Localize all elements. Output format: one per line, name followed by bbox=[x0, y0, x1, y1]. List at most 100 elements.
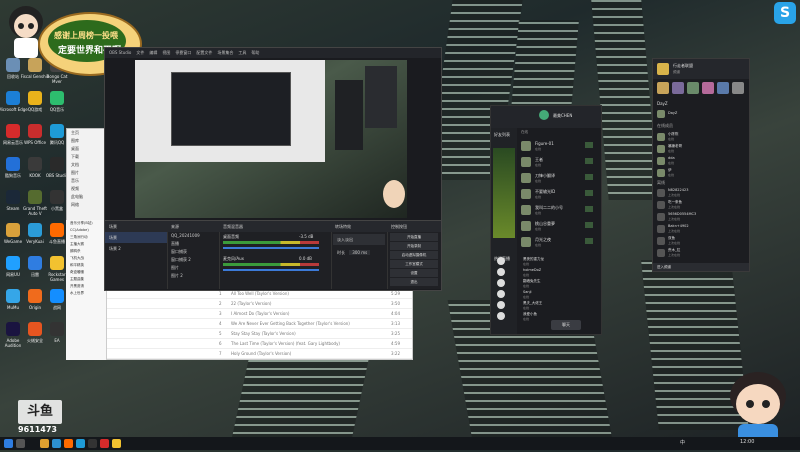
desktop-icon[interactable] bbox=[6, 322, 20, 336]
offline-member-item[interactable]: 荒木_拉 上次在线 bbox=[653, 247, 749, 259]
friend-item[interactable]: 刀锋小翻译 在线 bbox=[521, 170, 599, 186]
obs-menu-item[interactable]: 工具 bbox=[238, 50, 246, 55]
source-item[interactable]: 图片 2 bbox=[167, 272, 219, 280]
obs-control-button[interactable]: 开始录制 bbox=[390, 242, 438, 250]
desktop-icon[interactable] bbox=[6, 223, 20, 237]
desktop-icon[interactable] bbox=[50, 124, 64, 138]
friend-item[interactable]: Sanji 在线 bbox=[497, 289, 597, 300]
music-row[interactable]: 6 The Last Time (Taylor's Version) (feat.… bbox=[107, 339, 412, 349]
taskbar-app-icon[interactable] bbox=[100, 439, 109, 448]
explorer-folder-item[interactable]: 奇迹暖暖 bbox=[66, 269, 106, 276]
obs-menu-item[interactable]: 场景集合 bbox=[217, 50, 233, 55]
group-shortcut-icon[interactable] bbox=[657, 82, 669, 94]
friend-item[interactable]: 黑夫_大佬王 在线 bbox=[497, 300, 597, 311]
friend-action-icon[interactable] bbox=[585, 158, 593, 164]
desktop-icon[interactable] bbox=[50, 289, 64, 303]
tray-clock[interactable]: 12:00 bbox=[740, 439, 754, 445]
duration-input[interactable]: 300 ms bbox=[349, 250, 371, 255]
volume-slider[interactable] bbox=[223, 269, 319, 271]
taskbar-app-icon[interactable] bbox=[64, 439, 73, 448]
friend-action-icon[interactable] bbox=[585, 142, 593, 148]
friend-action-icon[interactable] bbox=[585, 190, 593, 196]
explorer-nav-item[interactable]: 图库 bbox=[67, 137, 107, 145]
friend-item[interactable]: Figure-01 在线 bbox=[521, 138, 599, 154]
obs-control-button[interactable]: 工作室模式 bbox=[390, 260, 438, 268]
obs-control-button[interactable]: 开始直播 bbox=[390, 233, 438, 241]
offline-member-item[interactable]: Bakn+4902 上次在线 bbox=[653, 223, 749, 235]
friend-action-icon[interactable] bbox=[585, 222, 593, 228]
friend-item[interactable]: 不要输光ID 在线 bbox=[521, 186, 599, 202]
taskbar-app-icon[interactable] bbox=[88, 439, 97, 448]
desktop-icon[interactable] bbox=[50, 157, 64, 171]
explorer-nav-item[interactable]: 文档 bbox=[67, 161, 107, 169]
music-row[interactable]: 4 We Are Never Ever Getting Back Together… bbox=[107, 319, 412, 329]
offline-member-item[interactable]: N82822423 上次在线 bbox=[653, 187, 749, 199]
obs-control-button[interactable]: 启动虚拟摄像机 bbox=[390, 251, 438, 259]
desktop-icon[interactable] bbox=[6, 289, 20, 303]
desktop-icon[interactable] bbox=[28, 58, 42, 72]
friend-item[interactable]: holmeDoZ 在线 bbox=[497, 267, 597, 278]
desktop-icon[interactable] bbox=[50, 322, 64, 336]
music-list-window[interactable]: 1 All Too Well (Taylor's Version) 5:29 2 22 … bbox=[106, 288, 413, 360]
chat-bottom-button[interactable]: 聊天 bbox=[551, 320, 581, 330]
explorer-folder-item[interactable]: 鹅鸭杀 bbox=[66, 248, 106, 255]
friend-action-icon[interactable] bbox=[585, 174, 593, 180]
desktop-icon[interactable] bbox=[28, 223, 42, 237]
member-item[interactable]: 小陈陈 在线 bbox=[653, 131, 749, 143]
scene-item[interactable]: 场景 2 bbox=[105, 243, 167, 254]
explorer-nav-item[interactable]: 音乐 bbox=[67, 177, 107, 185]
desktop-icon[interactable] bbox=[28, 190, 42, 204]
explorer-nav-item[interactable]: 主页 bbox=[67, 129, 107, 137]
music-row[interactable]: 5 Stay Stay Stay (Taylor's Version) 3:25 bbox=[107, 329, 412, 339]
source-item[interactable]: 直播 bbox=[167, 240, 219, 248]
start-icon[interactable] bbox=[4, 439, 13, 448]
obs-window[interactable]: OBS Studio 文件 编辑 视图 停靠窗口 配置文件 场景集合 工具 帮助 场景 场景 场景… bbox=[104, 47, 442, 291]
obs-menu-item[interactable]: 帮助 bbox=[251, 50, 259, 55]
explorer-folder-item[interactable]: 主播大赛 bbox=[66, 241, 106, 248]
explorer-folder-item[interactable]: 水上世界 bbox=[66, 290, 106, 297]
friend-action-icon[interactable] bbox=[585, 238, 593, 244]
desktop-icon[interactable] bbox=[50, 91, 64, 105]
chat-app-window[interactable]: 最美CHEN 好友列表 热门直播 在线Figure-01在线王者在线刀锋小翻译在… bbox=[490, 105, 602, 335]
obs-control-button[interactable]: 退出 bbox=[390, 278, 438, 286]
explorer-nav-item[interactable]: 视频 bbox=[67, 185, 107, 193]
friend-item[interactable]: 桃山谷重夢 在线 bbox=[521, 218, 599, 234]
taskbar-app-icon[interactable] bbox=[52, 439, 61, 448]
obs-menu-item[interactable]: 视图 bbox=[162, 50, 170, 55]
explorer-folder-item[interactable]: 和平精英 bbox=[66, 262, 106, 269]
friend-action-icon[interactable] bbox=[585, 206, 593, 212]
explorer-folder-item[interactable]: CC(Adobe) bbox=[66, 227, 106, 234]
friend-item[interactable]: 黑夜的重力龙 在线 bbox=[497, 256, 597, 267]
offline-member-item[interactable]: 5656D0554MC3 上次在线 bbox=[653, 211, 749, 223]
member-item[interactable]: 暴躁老哥 在线 bbox=[653, 143, 749, 155]
obs-menu-item[interactable]: 文件 bbox=[136, 50, 144, 55]
friend-item[interactable]: 月光之夜 在线 bbox=[521, 234, 599, 250]
member-item[interactable]: 伊在线 bbox=[653, 167, 749, 179]
desktop-icon[interactable] bbox=[28, 157, 42, 171]
desktop-icon[interactable] bbox=[50, 256, 64, 270]
tray-lang[interactable]: 中 bbox=[680, 439, 685, 446]
taskbar-app-icon[interactable] bbox=[76, 439, 85, 448]
friend-item[interactable]: 我爱小鱼 在线 bbox=[497, 311, 597, 322]
group-shortcut-icon[interactable] bbox=[687, 82, 699, 94]
member-item[interactable]: dda 在线 bbox=[653, 155, 749, 167]
taskbar-app-icon[interactable] bbox=[112, 439, 121, 448]
desktop-icon[interactable] bbox=[50, 190, 64, 204]
music-row[interactable]: 2 22 (Taylor's Version) 3:50 bbox=[107, 299, 412, 309]
desktop-icon[interactable] bbox=[28, 91, 42, 105]
desktop-icon[interactable] bbox=[6, 190, 20, 204]
explorer-folder-item[interactable]: 飞机大战 bbox=[66, 255, 106, 262]
desktop-icon[interactable] bbox=[28, 256, 42, 270]
group-shortcut-icon[interactable] bbox=[672, 82, 684, 94]
friend-item[interactable]: 翻墙兔先生 在线 bbox=[497, 278, 597, 289]
desktop-icon[interactable] bbox=[50, 223, 64, 237]
obs-menu-item[interactable]: 配置文件 bbox=[196, 50, 212, 55]
desktop-icon[interactable] bbox=[6, 124, 20, 138]
desktop-icon[interactable] bbox=[28, 322, 42, 336]
explorer-nav-item[interactable]: 下载 bbox=[67, 153, 107, 161]
desktop-icon[interactable] bbox=[6, 58, 20, 72]
group-shortcut-icon[interactable] bbox=[732, 82, 744, 94]
scene-item[interactable]: 场景 bbox=[105, 232, 167, 243]
source-item[interactable]: 窗口捕获 bbox=[167, 248, 219, 256]
desktop-icon[interactable] bbox=[6, 91, 20, 105]
